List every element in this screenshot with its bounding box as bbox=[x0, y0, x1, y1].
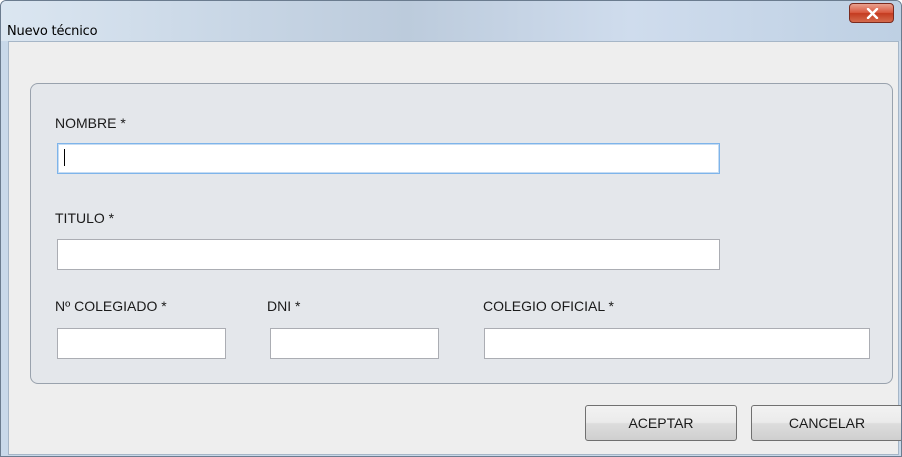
colegio-label: COLEGIO OFICIAL * bbox=[483, 298, 614, 314]
form-panel: NOMBRE * TITULO * Nº COLEGIADO * DNI * C… bbox=[30, 83, 893, 384]
dni-label: DNI * bbox=[267, 298, 301, 314]
window-title: Nuevo técnico bbox=[7, 24, 98, 39]
nombre-label: NOMBRE * bbox=[55, 115, 126, 131]
dni-input[interactable] bbox=[270, 328, 439, 359]
title-bar[interactable]: Nuevo técnico bbox=[1, 1, 901, 41]
dialog-content: NOMBRE * TITULO * Nº COLEGIADO * DNI * C… bbox=[8, 41, 901, 455]
text-caret bbox=[64, 149, 65, 166]
colegiado-input[interactable] bbox=[57, 328, 226, 359]
colegio-input[interactable] bbox=[484, 328, 870, 359]
close-icon bbox=[866, 8, 879, 19]
cancel-button[interactable]: CANCELAR bbox=[751, 405, 901, 441]
dialog-window: Nuevo técnico NOMBRE * TITULO * Nº COLEG… bbox=[0, 0, 902, 457]
titulo-label: TITULO * bbox=[55, 210, 115, 226]
accept-button[interactable]: ACEPTAR bbox=[585, 405, 737, 441]
nombre-input[interactable] bbox=[57, 143, 720, 174]
colegiado-label: Nº COLEGIADO * bbox=[55, 298, 167, 314]
close-button[interactable] bbox=[849, 3, 894, 23]
titulo-input[interactable] bbox=[57, 239, 720, 270]
